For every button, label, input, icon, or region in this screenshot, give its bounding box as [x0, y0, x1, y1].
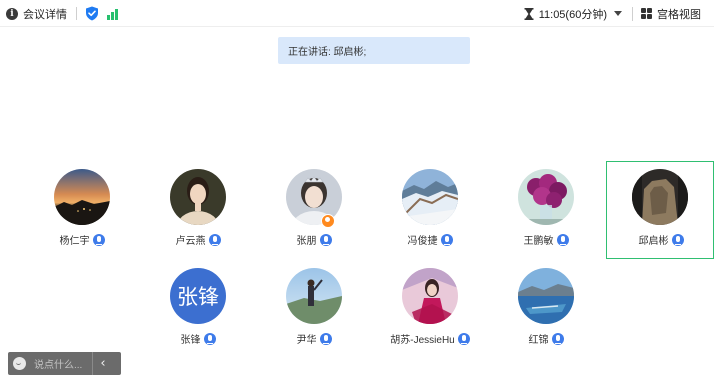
meeting-time: 11:05(60分钟) [538, 8, 607, 21]
shield-check-icon[interactable] [85, 6, 99, 21]
participant-tile[interactable]: 尹华 [259, 268, 369, 364]
microphone-icon [319, 332, 332, 345]
microphone-icon [556, 233, 569, 246]
avatar-initials: 张锋 [170, 268, 226, 324]
divider [632, 6, 633, 21]
microphone-icon [440, 233, 453, 246]
smile-icon[interactable] [13, 357, 26, 370]
participant-name: 红锦 [528, 335, 549, 346]
participant-tile[interactable]: 胡苏-JessieHu [375, 268, 485, 364]
participant-name: 杨仁宇 [59, 236, 90, 247]
participant-name: 尹华 [296, 335, 317, 346]
grid-view-icon[interactable] [641, 8, 652, 19]
avatar [518, 169, 574, 225]
host-badge-icon [321, 214, 335, 228]
participant-tile[interactable]: 张朋 [259, 169, 369, 265]
participant-tile[interactable]: 王鹏敏 [491, 169, 601, 265]
participant-name: 张朋 [296, 236, 317, 247]
participant-name-row: 尹华 [259, 331, 369, 346]
participant-tile[interactable]: 卢云燕 [143, 169, 253, 265]
microphone-icon [92, 233, 105, 246]
microphone-icon [551, 332, 564, 345]
avatar [54, 169, 110, 225]
info-icon[interactable]: i [6, 7, 18, 20]
avatar [286, 268, 342, 324]
participant-tile[interactable]: 张锋 张锋 [143, 268, 253, 364]
participant-name: 王鹏敏 [523, 236, 554, 247]
microphone-icon [671, 233, 684, 246]
participant-name-row: 张锋 [143, 331, 253, 346]
participant-tile-active-speaker[interactable]: 邱启彬 [606, 161, 714, 259]
participant-name-row: 张朋 [259, 232, 369, 247]
top-bar: i 会议详情 11:05(60分钟) 宫格视图 [0, 0, 714, 27]
speaking-text: 正在讲话: 邱启彬; [288, 47, 367, 58]
avatar [518, 268, 574, 324]
participant-tile[interactable]: 杨仁宇 [27, 169, 137, 265]
view-mode-button[interactable]: 宫格视图 [657, 6, 701, 22]
chat-input-bar[interactable]: 说点什么... ‹ [8, 352, 121, 375]
participant-name-row: 卢云燕 [143, 232, 253, 247]
participant-name-row: 杨仁宇 [27, 232, 137, 247]
participant-name: 冯俊捷 [407, 236, 438, 247]
avatar [632, 169, 688, 225]
meeting-details-button[interactable]: 会议详情 [23, 6, 67, 22]
chat-input[interactable]: 说点什么... [34, 356, 92, 371]
top-bar-left: i 会议详情 [6, 0, 120, 27]
avatar [402, 169, 458, 225]
participant-tile[interactable]: 冯俊捷 [375, 169, 485, 265]
participant-name-row: 冯俊捷 [375, 232, 485, 247]
participant-name-row: 红锦 [491, 331, 601, 346]
microphone-icon [203, 332, 216, 345]
divider [76, 7, 77, 20]
microphone-icon [208, 233, 221, 246]
participant-name-row: 王鹏敏 [491, 232, 601, 247]
speaking-indicator: 正在讲话: 邱启彬; [278, 37, 470, 64]
participant-name: 胡苏-JessieHu [390, 335, 455, 346]
participant-name-row: 邱启彬 [607, 232, 714, 247]
chevron-left-icon[interactable]: ‹ [93, 352, 113, 375]
microphone-icon [457, 332, 470, 345]
chevron-down-icon[interactable] [614, 11, 622, 16]
avatar [170, 169, 226, 225]
hourglass-icon [524, 7, 534, 20]
microphone-icon [319, 233, 332, 246]
participant-name: 张锋 [180, 335, 201, 346]
participant-name: 邱启彬 [638, 236, 669, 247]
participant-name: 卢云燕 [175, 236, 206, 247]
participant-tile[interactable]: 红锦 [491, 268, 601, 364]
participant-name-row: 胡苏-JessieHu [375, 331, 485, 346]
avatar [402, 268, 458, 324]
top-bar-right: 11:05(60分钟) 宫格视图 [524, 0, 714, 27]
signal-strength-icon[interactable] [107, 8, 120, 20]
